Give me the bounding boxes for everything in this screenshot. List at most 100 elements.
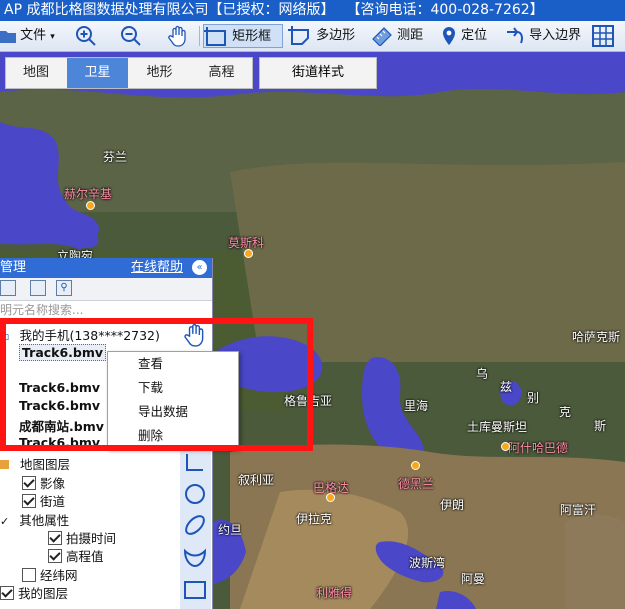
draw-tools-strip [180, 450, 211, 609]
place-label: 叙利亚 [238, 473, 275, 487]
map-layers-node[interactable]: 地图图层 [0, 454, 70, 473]
place-label: 德黑兰 [398, 477, 435, 491]
polygon-select-icon [288, 25, 309, 45]
location-pin-icon [443, 26, 455, 45]
city-dot [501, 442, 510, 451]
window-title-phone: 【咨询电话：400-028-7262】 [346, 2, 544, 18]
place-label: 兹 [500, 380, 513, 394]
zoom-in-icon [76, 25, 96, 46]
window-title-license: 【已授权：网络版】 [208, 2, 335, 18]
elevation-toggle[interactable]: 高程值 [48, 546, 104, 565]
street-layer-toggle[interactable]: 街道 [22, 491, 65, 510]
street-style-button[interactable]: 街道样式 [259, 57, 377, 89]
grid-icon [592, 24, 614, 47]
panel-header: 管理 在线帮助 « [0, 258, 212, 278]
place-label: 赫尔辛基 [64, 187, 113, 201]
other-props-label: 其他属性 [19, 513, 70, 528]
my-layers-checkbox[interactable] [0, 586, 14, 600]
shoot-time-checkbox[interactable] [48, 531, 62, 545]
file-menu-label: 文件 [20, 28, 47, 43]
tab-elevation[interactable]: 高程 [191, 58, 252, 88]
sector-shape-icon [183, 548, 207, 568]
draw-circle-button[interactable] [183, 483, 207, 505]
place-label: 阿富汗 [560, 503, 597, 517]
main-toolbar: 文件 ▾ 矩形框 多边形 测距 定位 导入边界 [0, 21, 625, 52]
import-boundary-label: 导入边界 [529, 28, 582, 43]
street-layer-checkbox[interactable] [22, 494, 36, 508]
place-label: 土库曼斯坦 [467, 420, 528, 434]
measure-button[interactable]: 测距 [371, 24, 428, 48]
folder-icon [0, 30, 16, 43]
network-icon[interactable] [30, 280, 46, 296]
tab-satellite[interactable]: 卫星 [67, 58, 128, 88]
polyline-shape-icon [186, 454, 203, 471]
import-arrow-icon [507, 26, 523, 43]
shoot-time-toggle[interactable]: 拍摄时间 [48, 528, 116, 547]
tab-terrain[interactable]: 地形 [129, 58, 190, 88]
place-label: 约旦 [218, 523, 243, 537]
place-label: 阿曼 [461, 572, 486, 586]
draw-polyline-button[interactable] [183, 452, 207, 472]
map-type-tabs: 地图 卫星 地形 高程 [5, 57, 253, 89]
map-layers-label: 地图图层 [19, 457, 70, 472]
file-menu-button[interactable]: 文件 ▾ [0, 24, 58, 48]
polygon-select-button[interactable]: 多边形 [288, 24, 362, 48]
circle-shape-icon [185, 484, 205, 504]
window-title-app: AP 成都比格图数据处理有限公司 [4, 2, 209, 18]
image-layer-label: 影像 [40, 476, 66, 491]
zoom-out-button[interactable] [120, 24, 144, 48]
place-label: 利雅得 [316, 586, 353, 600]
save-icon[interactable] [0, 280, 16, 296]
image-layer-toggle[interactable]: 影像 [22, 473, 65, 492]
image-layer-checkbox[interactable] [22, 476, 36, 490]
shoot-time-label: 拍摄时间 [66, 531, 117, 546]
place-label: 哈萨克斯 [572, 330, 621, 344]
elevation-checkbox[interactable] [48, 549, 62, 563]
rect-select-button[interactable]: 矩形框 [203, 24, 283, 48]
place-label: 别 [527, 391, 540, 405]
elevation-label: 高程值 [66, 549, 104, 564]
street-layer-label: 街道 [40, 494, 66, 509]
city-dot [86, 201, 95, 210]
collapse-panel-icon[interactable]: « [192, 260, 207, 275]
draw-sector-button[interactable] [183, 547, 207, 569]
city-dot [326, 493, 335, 502]
place-label: 芬兰 [103, 150, 128, 164]
place-label: 伊朗 [440, 498, 465, 512]
ruler-icon [372, 26, 392, 46]
place-label: 阿什哈巴德 [508, 441, 569, 455]
import-boundary-button[interactable]: 导入边界 [505, 24, 585, 48]
ellipse-shape-icon [185, 515, 205, 535]
place-label: 波斯湾 [409, 556, 446, 570]
my-layers-toggle[interactable]: 我的图层 [0, 583, 68, 602]
tab-map[interactable]: 地图 [6, 58, 66, 88]
graticule-checkbox[interactable] [22, 568, 36, 582]
other-props-node[interactable]: ✓ 其他属性 [0, 510, 69, 529]
measure-label: 测距 [397, 28, 424, 43]
panel-title: 管理 [0, 260, 27, 275]
rect-select-icon [204, 26, 226, 46]
place-label: 里海 [404, 399, 429, 413]
draw-ellipse-button[interactable] [183, 513, 207, 537]
my-layers-label: 我的图层 [18, 586, 69, 601]
city-dot [244, 249, 253, 258]
annotation-highlight-box [0, 318, 313, 451]
zoom-out-icon [121, 25, 141, 46]
locate-button[interactable]: 定位 [441, 24, 493, 48]
place-label: 伊拉克 [296, 512, 333, 526]
rect-select-label: 矩形框 [232, 29, 272, 44]
draw-rectangle-button[interactable] [183, 579, 207, 601]
online-help-link[interactable]: 在线帮助 [131, 258, 183, 278]
pan-button[interactable] [167, 24, 193, 48]
polygon-select-label: 多边形 [316, 28, 356, 43]
place-label: 乌 [476, 367, 489, 381]
rectangle-shape-icon [184, 581, 206, 599]
locate-label: 定位 [461, 28, 488, 43]
graticule-toggle[interactable]: 经纬网 [22, 565, 78, 584]
zoom-in-button[interactable] [75, 24, 99, 48]
search-icon[interactable]: ⚲ [56, 280, 72, 296]
place-label: 斯 [594, 419, 607, 433]
city-dot [411, 461, 420, 470]
grid-button[interactable] [592, 24, 625, 48]
chevron-down-icon: ▾ [50, 32, 55, 42]
